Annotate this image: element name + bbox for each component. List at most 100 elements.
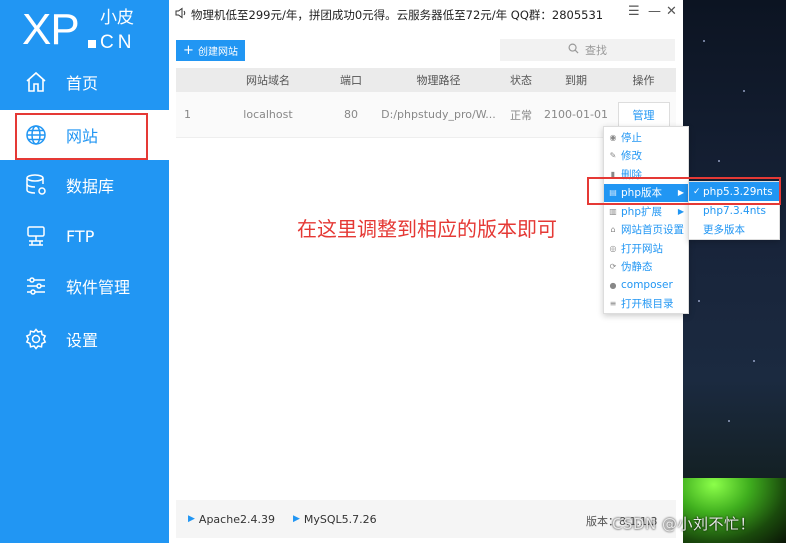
minimize-icon[interactable]: —: [648, 4, 661, 19]
menu-item-open-site[interactable]: ◎ 打开网站: [604, 239, 688, 258]
composer-icon: ●: [609, 280, 617, 290]
menu-item-label: 伪静态: [621, 261, 653, 274]
sidebar: XP 小皮 CN 首页 网站 数据库 FTP 软件管理 设置: [0, 0, 169, 543]
logo-main: XP: [22, 5, 80, 54]
site-table: 网站域名 端口 物理路径 状态 到期 操作 1 localhost 80 D:/…: [176, 68, 676, 138]
column-header: 网站域名: [246, 74, 290, 87]
menu-item-stop[interactable]: ◉ 停止: [604, 128, 688, 147]
server-icon: [24, 224, 48, 248]
sidebar-item-home[interactable]: 首页: [0, 57, 169, 107]
sidebar-item-label: 首页: [66, 74, 99, 93]
create-site-label: 创建网站: [197, 47, 238, 58]
sidebar-item-label: 设置: [66, 331, 99, 350]
row-id: 1: [184, 108, 191, 121]
search-input[interactable]: 查找: [500, 39, 675, 61]
row-status: 正常: [510, 108, 532, 122]
logo-sub-cn: 小皮: [100, 8, 134, 28]
menu-item-label: 打开根目录: [621, 298, 674, 311]
submenu-item-php5[interactable]: ✓ php5.3.29nts: [689, 182, 779, 201]
check-icon: ✓: [693, 186, 701, 197]
home-icon: ⌂: [610, 225, 616, 235]
create-site-button[interactable]: + 创建网站: [176, 40, 245, 61]
mysql-label: MySQL5.7.26: [303, 512, 377, 526]
apache-label: Apache2.4.39: [198, 512, 275, 526]
menu-item-delete[interactable]: ▮ 删除: [604, 165, 688, 184]
toolbar: + 创建网站 查找: [169, 29, 683, 69]
menu-item-edit[interactable]: ✎ 修改: [604, 147, 688, 166]
announcement-text: 物理机低至299元/年，拼团成功0元得。云服务器低至72元/年 QQ群：2805…: [191, 7, 604, 22]
row-domain: localhost: [243, 108, 293, 121]
highlight-box: [15, 113, 148, 160]
php-icon: ▤: [609, 188, 617, 198]
row-expires: 2100-01-01: [544, 108, 608, 121]
submenu-item-label: php7.3.4nts: [703, 204, 766, 217]
sidebar-item-database[interactable]: 数据库: [0, 160, 169, 210]
plus-icon: +: [183, 43, 194, 58]
database-icon: [24, 173, 48, 197]
menu-item-homepage-settings[interactable]: ⌂ 网站首页设置: [604, 221, 688, 240]
open-icon: ◎: [609, 243, 617, 253]
menu-item-composer[interactable]: ● composer: [604, 276, 688, 295]
menu-item-rewrite[interactable]: ⟳ 伪静态: [604, 258, 688, 277]
edit-icon: ✎: [609, 151, 617, 161]
menu-item-php-version[interactable]: ▤ php版本 ▶: [604, 183, 688, 202]
chevron-right-icon: ▶: [677, 206, 684, 216]
manage-button[interactable]: 管理: [617, 101, 670, 128]
row-port: 80: [344, 108, 358, 121]
home-icon: [24, 70, 48, 94]
sidebar-item-software[interactable]: 软件管理: [0, 261, 169, 311]
menu-item-label: 网站首页设置: [621, 224, 684, 237]
table-header: 网站域名 端口 物理路径 状态 到期 操作: [176, 68, 676, 92]
context-menu: ◉ 停止 ✎ 修改 ▮ 删除 ▤ php版本 ▶ ▥ php扩展 ▶ ⌂ 网站首页设置 ◎ 打开网…: [603, 126, 689, 314]
watermark: CSDN @小刘不忙！: [612, 515, 756, 533]
sidebar-item-settings[interactable]: 设置: [0, 314, 169, 364]
menu-item-label: 删除: [621, 168, 642, 181]
column-header: 状态: [510, 74, 532, 87]
column-header: 端口: [340, 74, 362, 87]
sidebar-item-label: 数据库: [66, 177, 115, 196]
annotation-text: 在这里调整到相应的版本即可: [297, 217, 557, 241]
search-placeholder: 查找: [585, 44, 607, 57]
gear-icon: [24, 327, 48, 351]
mysql-status[interactable]: ▶ MySQL5.7.26: [293, 513, 377, 526]
apache-status[interactable]: ▶ Apache2.4.39: [188, 513, 275, 526]
column-header: 操作: [632, 74, 655, 87]
sliders-icon: [24, 274, 48, 298]
menu-item-label: php扩展: [621, 205, 662, 218]
menu-item-php-extensions[interactable]: ▥ php扩展 ▶: [604, 202, 688, 221]
menu-item-label: php版本: [621, 187, 662, 200]
menu-item-open-root[interactable]: ≡ 打开根目录: [604, 295, 688, 314]
submenu-item-more-versions[interactable]: 更多版本: [689, 220, 779, 239]
php-version-submenu: ✓ php5.3.29nts php7.3.4nts 更多版本: [688, 181, 780, 240]
sidebar-item-label: 软件管理: [66, 278, 131, 297]
submenu-item-label: php5.3.29nts: [703, 185, 773, 198]
close-icon[interactable]: ✕: [666, 4, 677, 19]
play-icon: ▶: [188, 514, 195, 524]
sidebar-item-label: FTP: [66, 226, 95, 246]
play-icon: ▶: [292, 514, 300, 524]
sidebar-item-ftp[interactable]: FTP: [0, 211, 169, 261]
column-header: 到期: [565, 74, 587, 87]
stop-icon: ◉: [609, 132, 617, 142]
row-path: D:/phpstudy_pro/W...: [381, 108, 496, 121]
speaker-icon: [175, 7, 187, 22]
rewrite-icon: ⟳: [609, 262, 617, 272]
menu-item-label: composer: [621, 279, 673, 292]
submenu-item-php7[interactable]: php7.3.4nts: [689, 201, 779, 220]
submenu-item-label: 更多版本: [703, 224, 745, 236]
column-header: 物理路径: [416, 74, 461, 87]
menu-item-label: 打开网站: [621, 242, 663, 255]
announcement-bar: 物理机低至299元/年，拼团成功0元得。云服务器低至72元/年 QQ群：2805…: [169, 0, 683, 29]
logo-sub-en: CN: [100, 32, 136, 53]
menu-item-label: 修改: [621, 150, 642, 163]
menu-item-label: 停止: [621, 131, 642, 144]
chevron-right-icon: ▶: [677, 188, 684, 198]
status-bar: ▶ Apache2.4.39 ▶ MySQL5.7.26 版本：8.1.1.3: [176, 500, 676, 538]
trash-icon: ▮: [610, 169, 616, 179]
desktop-background: [683, 0, 786, 543]
folder-icon: ≡: [609, 299, 617, 309]
puzzle-icon: ▥: [609, 206, 617, 216]
menu-icon[interactable]: ☰: [628, 4, 640, 19]
table-row[interactable]: 1 localhost 80 D:/phpstudy_pro/W... 正常 2…: [176, 92, 676, 138]
search-icon: [568, 43, 579, 57]
